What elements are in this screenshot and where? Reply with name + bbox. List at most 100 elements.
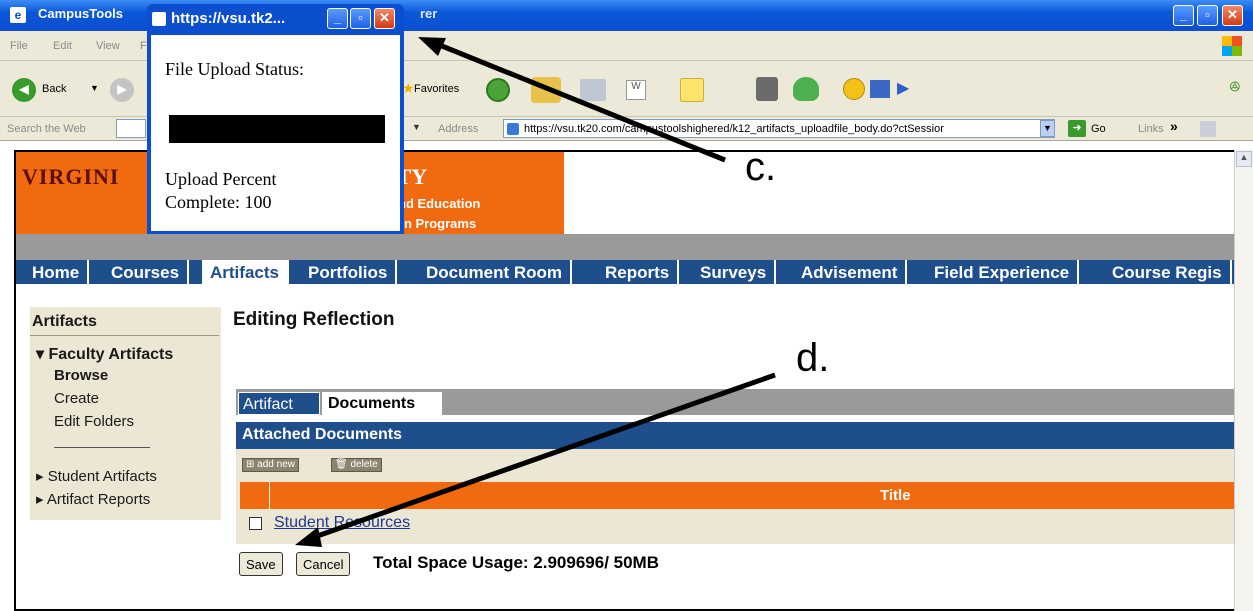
upload-percent-line1: Upload Percent [165,169,277,189]
forward-icon[interactable]: ▶ [110,78,134,102]
banner-subtitle-1: nd Education [398,196,481,211]
banner-subtitle-2: on Programs [396,216,477,231]
row-checkbox[interactable] [249,517,262,530]
popup-body: File Upload Status: Upload Percent Compl… [151,35,400,231]
tab-artifact[interactable]: Artifact [238,392,320,415]
delete-button[interactable]: 🗑 delete [331,458,382,472]
popup-maximize-icon[interactable]: ▫ [350,8,371,29]
documents-panel: ⊞ add new 🗑 delete Title Student Resourc… [236,449,1234,544]
attached-documents-header: Attached Documents [236,422,1234,449]
menu-view[interactable]: View [96,40,120,52]
popup-minimize-icon[interactable]: _ [327,8,348,29]
upload-status-popup: https://vsu.tk2... _ ▫ ✕ File Upload Sta… [147,4,404,234]
print-icon[interactable] [580,79,606,101]
research-icon[interactable] [756,77,778,101]
address-dropdown-icon[interactable]: ▼ [1040,120,1055,137]
menu-edit[interactable]: Edit [53,40,72,52]
nav-home[interactable]: Home [24,260,90,284]
add-new-button[interactable]: ⊞ add new [242,458,299,472]
window-title-suffix: rer [420,6,438,21]
vertical-scrollbar[interactable]: ▲ [1234,150,1253,611]
upload-status-label: File Upload Status: [165,59,304,79]
back-button-label[interactable]: Back [42,83,66,95]
nav-course-registration[interactable]: Course Regis [1104,260,1232,284]
annotation-c: c. [745,145,777,189]
page-title: Editing Reflection [233,309,395,330]
dropdown-icon[interactable]: ▼ [90,83,99,93]
document-link[interactable]: Student Resources [274,514,410,532]
main-nav: Home Courses Artifacts Portfolios Docume… [16,260,1234,284]
note-icon[interactable] [680,78,704,102]
save-button[interactable]: Save [239,552,283,576]
maximize-icon[interactable]: ▫ [1197,5,1218,26]
go-button[interactable]: Go [1091,123,1106,135]
nav-courses[interactable]: Courses [103,260,190,284]
go-arrow-icon[interactable]: ➜ [1068,120,1086,137]
sidebar-divider [30,335,219,336]
popup-close-icon[interactable]: ✕ [374,8,395,29]
sidebar-item-student-artifacts[interactable]: ▸ Student Artifacts [36,467,157,485]
add-new-label: add new [257,459,295,470]
monitor-icon[interactable] [870,80,890,98]
browser-window: e CampusTools rer _ ▫ ✕ File Edit View F… [0,0,1253,611]
nav-reports[interactable]: Reports [597,260,680,284]
cursor-icon[interactable]: ▶ [897,78,909,98]
mail-icon[interactable] [531,77,561,103]
sidebar-item-artifact-reports[interactable]: ▸ Artifact Reports [36,490,150,508]
select-column-header [240,482,270,509]
sidebar-item-edit-folders[interactable]: Edit Folders [54,413,134,430]
sidebar-divider-2 [54,447,150,448]
history-icon[interactable] [486,78,510,102]
menu-favorites[interactable]: F [140,40,147,52]
ie-icon: e [10,7,26,23]
address-url: https://vsu.tk20.com/campustoolshighered… [524,123,944,135]
search-web-label: Search the Web [7,123,86,135]
back-icon[interactable]: ◀ [12,78,36,102]
edit-icon[interactable]: W [626,80,646,100]
nav-surveys[interactable]: Surveys [692,260,777,284]
favorites-label[interactable]: Favorites [414,83,459,95]
links-label[interactable]: Links [1138,123,1164,135]
minimize-icon[interactable]: _ [1173,5,1194,26]
upload-progress-bar [169,115,385,143]
upload-progress-fill [169,115,385,143]
popup-page-icon [152,12,166,26]
sidebar-heading: Artifacts [32,313,97,330]
trash-icon: 🗑 [335,459,351,470]
nav-advisement[interactable]: Advisement [793,260,908,284]
popup-title: https://vsu.tk2... [171,10,286,27]
cancel-button[interactable]: Cancel [296,552,351,576]
nav-field-experience[interactable]: Field Experience [926,260,1080,284]
menu-file[interactable]: File [10,40,28,52]
address-input[interactable]: https://vsu.tk20.com/campustoolshighered… [503,119,1055,138]
page-icon [507,123,519,135]
upload-percent-line2: Complete: 100 [165,192,272,212]
messenger-icon[interactable] [793,77,819,101]
nav-portfolios[interactable]: Portfolios [300,260,398,284]
add-icon: ⊞ [246,459,258,470]
sidebar: Artifacts ▾ Faculty Artifacts Browse Cre… [30,307,221,520]
smiley-icon[interactable] [843,78,865,100]
chevron-right-icon[interactable]: » [1170,118,1178,134]
tab-documents[interactable]: Documents [322,392,442,415]
close-icon[interactable]: ✕ [1222,5,1243,26]
nav-document-room[interactable]: Document Room [418,260,572,284]
search-web-input[interactable] [116,119,146,138]
banner-name-left: VIRGINI [22,164,120,189]
windows-logo-icon [1222,36,1242,56]
sidebar-item-faculty-artifacts[interactable]: ▾ Faculty Artifacts [36,344,173,364]
extra-toolbar-icon[interactable] [1200,121,1216,137]
sidebar-item-browse[interactable]: Browse [54,367,108,384]
search-dropdown-icon[interactable]: ▼ [412,122,421,132]
nav-artifacts[interactable]: Artifacts [202,260,289,284]
scroll-up-icon[interactable]: ▲ [1236,151,1252,167]
column-title: Title [880,487,911,504]
toolbar-extra-icon[interactable]: ꔮ [1229,79,1241,96]
address-label: Address [438,123,479,135]
space-usage-text: Total Space Usage: 2.909696/ 50MB [373,553,659,572]
subtab-bar: Artifact Documents [236,389,1234,415]
header-strip [16,234,1234,260]
window-title: CampusTools [38,6,123,21]
sidebar-item-create[interactable]: Create [54,390,99,407]
documents-table-header: Title [240,482,1234,509]
